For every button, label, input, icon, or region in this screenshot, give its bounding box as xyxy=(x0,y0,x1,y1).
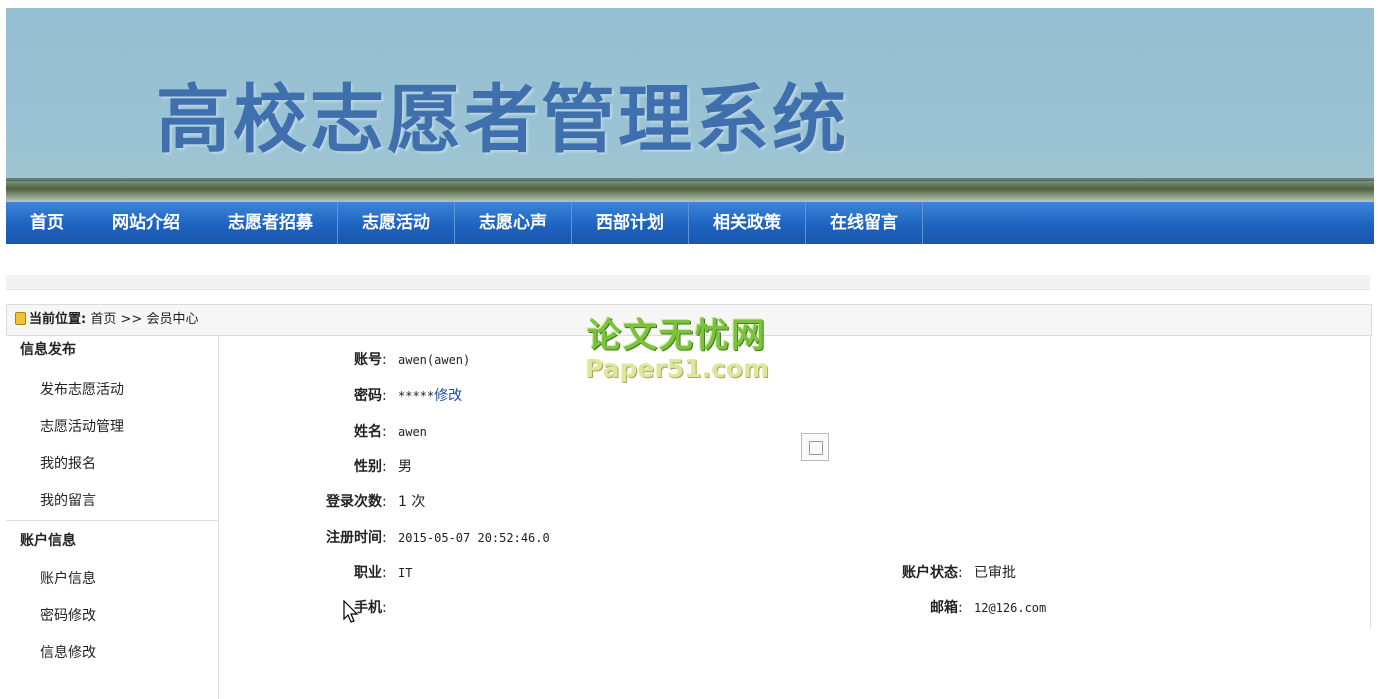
main-nav: 首页 网站介绍 志愿者招募 志愿活动 志愿心声 西部计划 相关政策 在线留言 xyxy=(6,202,1374,244)
login-count-label: 登录次数 xyxy=(326,494,382,510)
register-time-value: 2015-05-07 20:52:46.0 xyxy=(398,531,550,545)
sidebar-item-activity-manage[interactable]: 志愿活动管理 xyxy=(6,409,218,446)
login-count-value: 1 次 xyxy=(398,494,426,510)
watermark-en: Paper51.com xyxy=(585,354,770,383)
sidebar-item-edit-info[interactable]: 信息修改 xyxy=(6,635,218,672)
nav-voices[interactable]: 志愿心声 xyxy=(455,202,572,244)
member-sidebar: 信息发布 发布志愿活动 志愿活动管理 我的报名 我的留言 账户信息 账户信息 密… xyxy=(6,336,219,699)
breadcrumb-separator: >> xyxy=(120,312,143,327)
nav-policies[interactable]: 相关政策 xyxy=(689,202,806,244)
breadcrumb-current: 会员中心 xyxy=(146,312,199,327)
sidebar-section-publish: 信息发布 xyxy=(20,342,76,358)
field-account: 账号: awen(awen) xyxy=(300,350,470,370)
sidebar-item-my-messages[interactable]: 我的留言 xyxy=(6,483,218,520)
nav-west-plan[interactable]: 西部计划 xyxy=(572,202,689,244)
nav-home[interactable]: 首页 xyxy=(6,202,88,244)
register-time-label: 注册时间 xyxy=(326,530,382,546)
field-register-time: 注册时间: 2015-05-07 20:52:46.0 xyxy=(300,528,550,548)
mouse-cursor-icon xyxy=(343,600,359,623)
occupation-value: IT xyxy=(398,566,413,580)
nav-activities[interactable]: 志愿活动 xyxy=(338,202,455,244)
name-value: awen xyxy=(398,425,427,439)
field-gender: 性别: 男 xyxy=(300,457,412,477)
breadcrumb-home[interactable]: 首页 xyxy=(90,312,116,327)
nav-recruit[interactable]: 志愿者招募 xyxy=(204,202,338,244)
field-occupation: 职业: IT xyxy=(300,563,412,583)
site-title: 高校志愿者管理系统 xyxy=(156,77,849,163)
sidebar-item-publish-activity[interactable]: 发布志愿活动 xyxy=(6,372,218,409)
email-label: 邮箱 xyxy=(930,600,958,616)
gender-value: 男 xyxy=(398,459,412,475)
email-value: 12@126.com xyxy=(974,601,1047,615)
account-status-label: 账户状态 xyxy=(902,565,958,581)
sidebar-section-account: 账户信息 xyxy=(20,533,76,549)
spacer-strip xyxy=(6,275,1370,290)
site-banner: 高校志愿者管理系统 xyxy=(6,8,1374,202)
field-account-status: 账户状态: 已审批 xyxy=(860,563,1016,583)
account-status-value: 已审批 xyxy=(974,565,1016,581)
sidebar-item-account-info[interactable]: 账户信息 xyxy=(6,561,218,598)
password-label: 密码 xyxy=(354,388,382,404)
account-label: 账号 xyxy=(354,352,382,368)
banner-landscape xyxy=(6,178,1374,202)
field-name: 姓名: awen xyxy=(300,422,427,442)
password-value: ***** xyxy=(398,389,435,403)
sidebar-item-change-password[interactable]: 密码修改 xyxy=(6,598,218,635)
field-password: 密码: *****修改 xyxy=(300,386,462,406)
nav-guestbook[interactable]: 在线留言 xyxy=(806,202,923,244)
occupation-label: 职业 xyxy=(354,565,382,581)
nav-about[interactable]: 网站介绍 xyxy=(88,202,204,244)
account-value: awen(awen) xyxy=(398,353,471,367)
name-label: 姓名 xyxy=(354,424,382,440)
phone-label: 手机 xyxy=(354,600,382,616)
broken-image-icon xyxy=(801,433,829,461)
content-border xyxy=(1370,336,1371,628)
location-icon xyxy=(15,312,26,325)
change-password-link[interactable]: 修改 xyxy=(434,388,462,404)
field-email: 邮箱: 12@126.com xyxy=(860,598,1046,618)
gender-label: 性别 xyxy=(354,459,382,475)
sidebar-item-my-signups[interactable]: 我的报名 xyxy=(6,446,218,483)
field-login-count: 登录次数: 1 次 xyxy=(300,492,425,512)
breadcrumb-label: 当前位置: xyxy=(29,312,87,327)
